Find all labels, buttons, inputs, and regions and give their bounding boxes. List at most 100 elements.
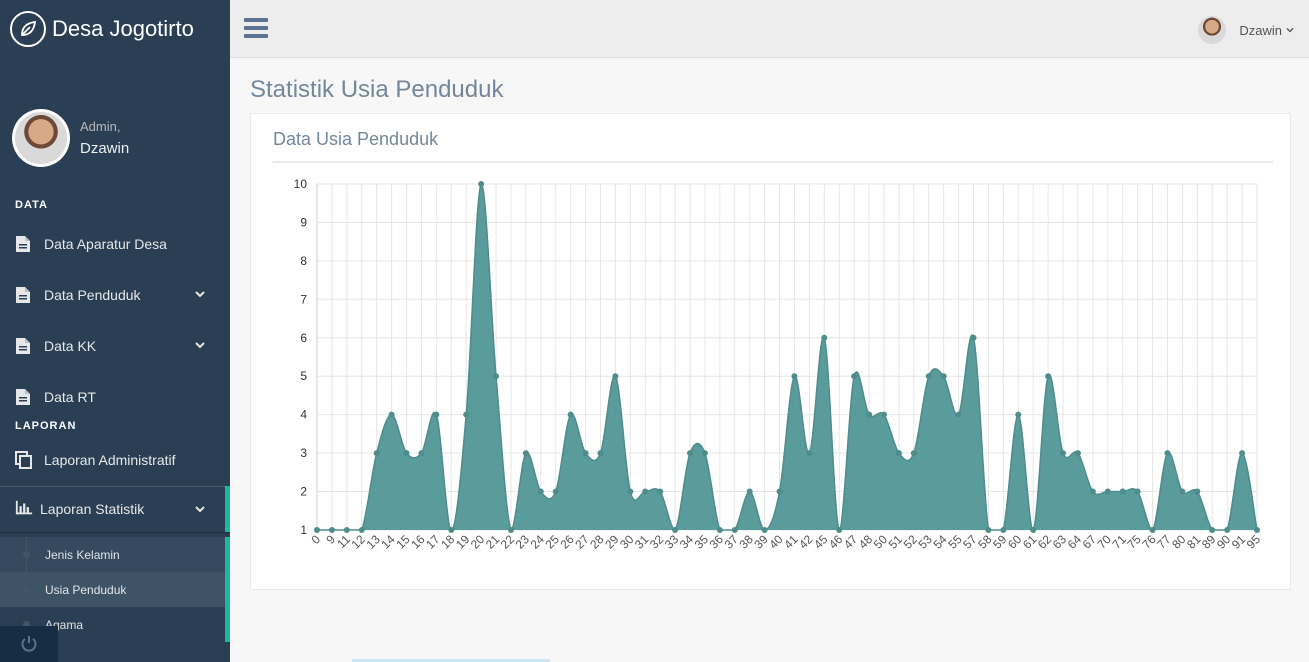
sidebar-item-label: Laporan Administratif	[44, 452, 176, 468]
data-point	[821, 334, 828, 341]
data-point	[1089, 488, 1096, 495]
power-icon	[21, 636, 37, 652]
brand[interactable]: Desa Jogotirto	[0, 0, 230, 58]
y-tick-label: 2	[300, 485, 307, 499]
data-point	[627, 488, 634, 495]
data-point	[552, 488, 559, 495]
y-tick-label: 6	[300, 331, 307, 345]
sidebar-item-data-rt[interactable]: Data RT	[0, 371, 230, 422]
data-point	[866, 411, 873, 418]
y-tick-label: 8	[300, 254, 307, 268]
profile-name: Dzawin	[80, 140, 130, 157]
data-point	[1224, 527, 1231, 533]
sidebar-item-data-penduduk[interactable]: Data Penduduk	[0, 269, 230, 320]
data-point	[1015, 411, 1022, 418]
data-point	[716, 527, 723, 533]
data-point	[1179, 488, 1186, 495]
file-icon	[15, 388, 33, 406]
data-point	[507, 527, 514, 533]
data-point	[791, 373, 798, 380]
y-tick-label: 4	[300, 408, 307, 422]
data-point	[433, 411, 440, 418]
avatar	[1198, 16, 1227, 44]
data-point	[373, 450, 380, 457]
data-point	[388, 411, 395, 418]
data-point	[672, 527, 679, 533]
data-point	[851, 373, 858, 380]
data-point	[731, 527, 738, 533]
data-point	[1104, 488, 1111, 495]
user-menu[interactable]: Dzawin	[1198, 16, 1295, 44]
data-point	[940, 373, 947, 380]
data-point	[418, 450, 425, 457]
data-point	[1254, 527, 1260, 533]
data-point	[597, 450, 604, 457]
data-point	[314, 527, 320, 533]
data-point	[463, 411, 470, 418]
data-point	[358, 527, 365, 533]
data-point	[537, 488, 544, 495]
data-point	[493, 373, 500, 380]
sidebar-item-data-aparatur-desa[interactable]: Data Aparatur Desa	[0, 218, 230, 269]
sidebar: Desa Jogotirto Admin, Dzawin DATA Data A…	[0, 0, 230, 662]
avatar	[12, 109, 70, 167]
top-navbar: Dzawin	[230, 0, 1309, 58]
data-point	[642, 488, 649, 495]
sidebar-item-laporan-administratif[interactable]: Laporan Administratif	[0, 434, 230, 486]
data-point	[657, 488, 664, 495]
data-point	[1045, 373, 1052, 380]
data-point	[880, 411, 887, 418]
submenu-item-jenis-kelamin[interactable]: Jenis Kelamin	[0, 537, 225, 572]
sidebar-item-label: Data KK	[44, 337, 97, 354]
data-point	[1239, 450, 1246, 457]
profile: Admin, Dzawin	[0, 58, 230, 198]
logout-button[interactable]	[0, 626, 58, 662]
submenu-label: Jenis Kelamin	[45, 547, 120, 562]
data-point	[955, 411, 962, 418]
data-point	[687, 450, 694, 457]
data-point	[478, 181, 485, 187]
y-tick-label: 10	[294, 177, 308, 191]
data-point	[522, 450, 529, 457]
data-point	[701, 450, 708, 457]
data-point	[448, 527, 455, 533]
data-point	[910, 450, 917, 457]
menu-toggle-icon[interactable]	[244, 18, 268, 40]
chevron-down-icon	[195, 291, 205, 298]
sidebar-item-data-kk[interactable]: Data KK	[0, 320, 230, 371]
chevron-down-icon	[195, 342, 205, 349]
data-point	[1060, 450, 1067, 457]
data-point	[403, 450, 410, 457]
file-icon	[15, 286, 33, 304]
submenu-item-usia-penduduk[interactable]: Usia Penduduk	[0, 572, 225, 607]
y-tick-label: 1	[300, 523, 307, 537]
area-fill	[317, 183, 1257, 530]
data-point	[1119, 488, 1126, 495]
brand-name: Desa Jogotirto	[52, 16, 194, 41]
data-point	[343, 527, 350, 533]
section-title-data: DATA	[15, 199, 48, 211]
data-point	[1209, 527, 1216, 533]
user-name: Dzawin	[1239, 22, 1282, 38]
data-point	[1074, 450, 1081, 457]
sidebar-item-label: Data Aparatur Desa	[44, 235, 167, 252]
y-tick-label: 3	[300, 446, 307, 460]
data-point	[328, 527, 335, 533]
data-point	[1134, 488, 1141, 495]
sidebar-item-laporan-statistik[interactable]: Laporan Statistik	[0, 486, 230, 532]
data-point	[985, 527, 992, 533]
bar-chart-icon	[15, 500, 33, 518]
data-point	[1000, 527, 1007, 533]
y-tick-label: 7	[300, 292, 307, 306]
sidebar-item-label: Data RT	[44, 388, 96, 405]
profile-welcome: Admin,	[80, 119, 121, 134]
chevron-down-icon	[1286, 28, 1294, 33]
leaf-icon	[10, 11, 46, 47]
chevron-down-icon	[195, 506, 205, 513]
data-point	[761, 527, 768, 533]
file-icon	[15, 337, 33, 355]
copy-icon	[15, 451, 33, 469]
data-point	[582, 450, 589, 457]
data-point	[806, 450, 813, 457]
y-tick-label: 9	[300, 215, 307, 229]
